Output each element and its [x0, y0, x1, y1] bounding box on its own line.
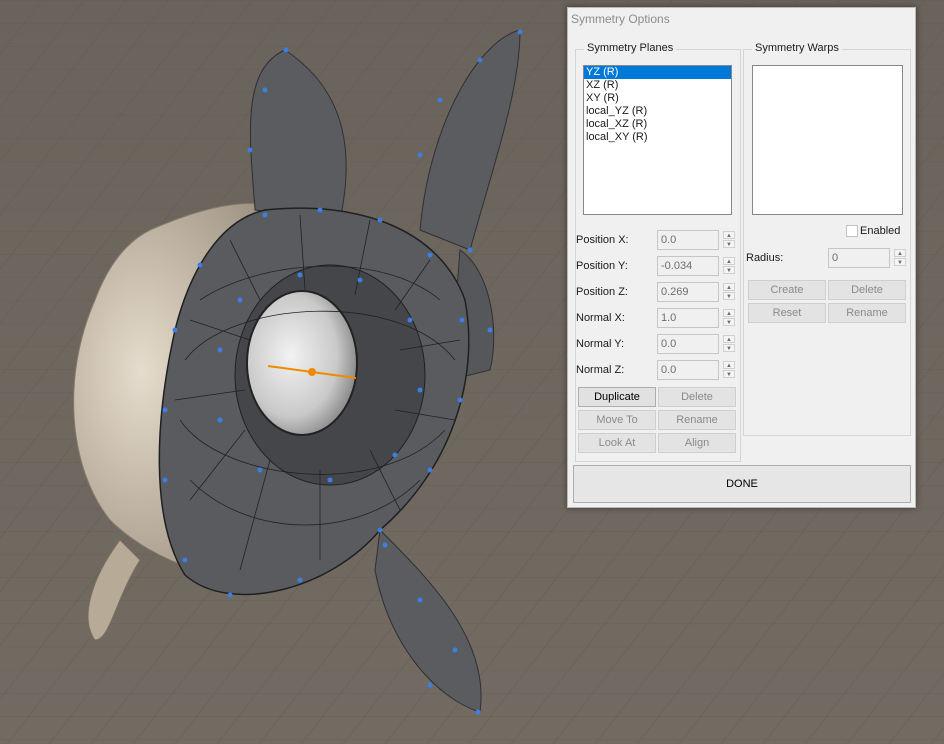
done-button[interactable]: DONE	[573, 465, 911, 503]
spin-up-icon[interactable]: ▲	[723, 231, 735, 239]
symmetry-planes-list[interactable]: YZ (R) XZ (R) XY (R) local_YZ (R) local_…	[583, 65, 732, 215]
symmetry-planes-label: Symmetry Planes	[584, 42, 677, 54]
radius-spinner[interactable]: 0 ▲ ▼	[828, 248, 910, 268]
dialog-title: Symmetry Options	[571, 12, 670, 26]
move-to-button[interactable]: Move To	[578, 410, 656, 430]
radius-label: Radius:	[746, 252, 784, 264]
spin-up-icon[interactable]: ▲	[723, 361, 735, 369]
enabled-checkbox[interactable]	[846, 225, 858, 237]
plane-item-local-xy[interactable]: local_XY (R)	[584, 131, 731, 144]
normal-x-spinner[interactable]: 1.0 ▲ ▼	[657, 308, 739, 328]
position-y-label: Position Y:	[576, 260, 628, 272]
reset-warp-button[interactable]: Reset	[748, 303, 826, 323]
plane-item-xz[interactable]: XZ (R)	[584, 79, 731, 92]
spin-up-icon[interactable]: ▲	[723, 257, 735, 265]
spin-down-icon[interactable]: ▼	[723, 240, 735, 248]
spin-down-icon[interactable]: ▼	[723, 344, 735, 352]
spin-up-icon[interactable]: ▲	[723, 283, 735, 291]
normal-x-input[interactable]: 1.0	[657, 308, 719, 328]
normal-y-label: Normal Y:	[576, 338, 625, 350]
enabled-label: Enabled	[860, 225, 901, 237]
radius-input[interactable]: 0	[828, 248, 890, 268]
look-at-button[interactable]: Look At	[578, 433, 656, 453]
symmetry-options-dialog: Symmetry Options Symmetry Planes YZ (R) …	[567, 7, 916, 508]
position-y-spinner[interactable]: -0.034 ▲ ▼	[657, 256, 739, 276]
create-warp-button[interactable]: Create	[748, 280, 826, 300]
align-button[interactable]: Align	[658, 433, 736, 453]
symmetry-pivot	[308, 368, 316, 376]
plane-item-local-xz[interactable]: local_XZ (R)	[584, 118, 731, 131]
plane-item-yz[interactable]: YZ (R)	[584, 66, 731, 79]
normal-x-label: Normal X:	[576, 312, 625, 324]
spin-up-icon[interactable]: ▲	[723, 309, 735, 317]
position-x-spinner[interactable]: 0.0 ▲ ▼	[657, 230, 739, 250]
spin-down-icon[interactable]: ▼	[723, 370, 735, 378]
delete-plane-button[interactable]: Delete	[658, 387, 736, 407]
position-x-input[interactable]: 0.0	[657, 230, 719, 250]
position-y-input[interactable]: -0.034	[657, 256, 719, 276]
rename-plane-button[interactable]: Rename	[658, 410, 736, 430]
normal-z-label: Normal Z:	[576, 364, 625, 376]
rename-warp-button[interactable]: Rename	[828, 303, 906, 323]
symmetry-warps-list[interactable]	[752, 65, 903, 215]
normal-z-input[interactable]: 0.0	[657, 360, 719, 380]
plane-item-xy[interactable]: XY (R)	[584, 92, 731, 105]
normal-z-spinner[interactable]: 0.0 ▲ ▼	[657, 360, 739, 380]
duplicate-plane-button[interactable]: Duplicate	[578, 387, 656, 407]
spin-down-icon[interactable]: ▼	[723, 266, 735, 274]
symmetry-warps-label: Symmetry Warps	[752, 42, 842, 54]
position-x-label: Position X:	[576, 234, 629, 246]
eyeball	[246, 290, 358, 436]
spin-up-icon[interactable]: ▲	[723, 335, 735, 343]
spin-down-icon[interactable]: ▼	[723, 318, 735, 326]
spin-down-icon[interactable]: ▼	[723, 292, 735, 300]
position-z-label: Position Z:	[576, 286, 628, 298]
spin-down-icon[interactable]: ▼	[894, 258, 906, 266]
delete-warp-button[interactable]: Delete	[828, 280, 906, 300]
normal-y-spinner[interactable]: 0.0 ▲ ▼	[657, 334, 739, 354]
position-z-spinner[interactable]: 0.269 ▲ ▼	[657, 282, 739, 302]
spin-up-icon[interactable]: ▲	[894, 249, 906, 257]
plane-item-local-yz[interactable]: local_YZ (R)	[584, 105, 731, 118]
position-z-input[interactable]: 0.269	[657, 282, 719, 302]
normal-y-input[interactable]: 0.0	[657, 334, 719, 354]
